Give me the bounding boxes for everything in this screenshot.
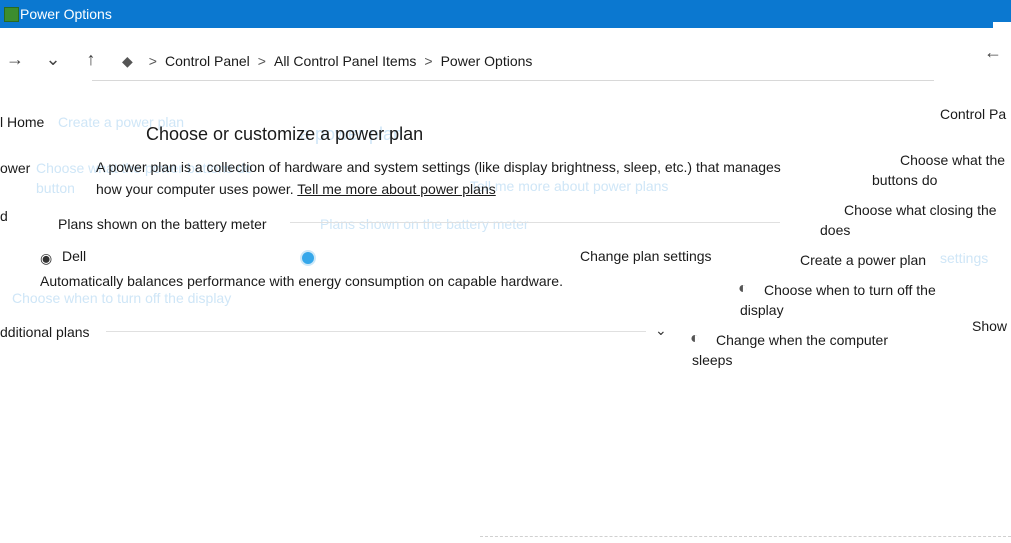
moon-icon: ◐ bbox=[690, 330, 700, 347]
back-button[interactable]: → bbox=[0, 46, 30, 72]
back-arrow-icon[interactable]: ← bbox=[981, 40, 1005, 64]
power-buttons-link-cont[interactable]: buttons do bbox=[872, 172, 937, 188]
plan-name[interactable]: Dell bbox=[62, 248, 86, 264]
ghost-text: settings bbox=[940, 250, 989, 266]
display-icon: ◐ bbox=[738, 280, 748, 297]
plan-radio-icon[interactable]: ◉ bbox=[40, 250, 58, 266]
section-divider bbox=[106, 331, 646, 332]
breadcrumb-control-panel[interactable]: Control Panel bbox=[165, 53, 250, 69]
breadcrumb-separator: > bbox=[148, 53, 157, 69]
sidebar-link-power[interactable]: ower bbox=[0, 160, 30, 176]
control-panel-label: Control Pa bbox=[940, 106, 1007, 122]
battery-meter-plans-heading: Plans shown on the battery meter bbox=[58, 216, 267, 232]
ghost-text: button bbox=[36, 180, 75, 196]
additional-plans-heading: dditional plans bbox=[0, 324, 90, 340]
ghost-text: Plans shown on the battery meter bbox=[320, 216, 529, 232]
show-label: Show bbox=[972, 318, 1008, 334]
window-title: Power Options bbox=[20, 6, 112, 22]
breadcrumb-all-items[interactable]: All Control Panel Items bbox=[274, 53, 416, 69]
control-panel-icon: ◆ bbox=[122, 52, 133, 69]
breadcrumb-separator: > bbox=[424, 53, 433, 69]
lid-close-link-cont[interactable]: does bbox=[820, 222, 850, 238]
selected-radio-icon bbox=[300, 250, 316, 266]
change-sleep-link-cont[interactable]: sleeps bbox=[692, 352, 732, 368]
control-panel-home-link[interactable]: l Home bbox=[0, 114, 44, 130]
ghost-text: Choose when to turn off the display bbox=[12, 290, 232, 306]
lid-close-link[interactable]: Choose what closing the bbox=[844, 202, 997, 218]
change-plan-settings-link[interactable]: Change plan settings bbox=[580, 248, 712, 264]
breadcrumb-separator: > bbox=[257, 53, 266, 69]
chevron-down-icon[interactable]: ⌄ bbox=[655, 322, 667, 339]
turn-off-display-link[interactable]: Choose when to turn off the bbox=[764, 282, 936, 298]
power-options-app-icon bbox=[4, 7, 19, 22]
change-sleep-link[interactable]: Change when the computer bbox=[716, 332, 888, 348]
breadcrumb-power-options[interactable]: Power Options bbox=[441, 53, 533, 69]
address-bar[interactable]: ◆ > Control Panel > All Control Panel It… bbox=[92, 42, 934, 81]
section-divider bbox=[290, 222, 780, 223]
navigation-bar: → ⌄ ↑ ◆ > Control Panel > All Control Pa… bbox=[0, 28, 1011, 90]
create-plan-link[interactable]: Create a power plan bbox=[800, 252, 926, 268]
learn-more-link[interactable]: Tell me more about power plans bbox=[297, 181, 495, 197]
turn-off-display-link-cont[interactable]: display bbox=[740, 302, 784, 318]
sidebar-link-cut[interactable]: d bbox=[0, 208, 8, 224]
bottom-border bbox=[480, 536, 1011, 540]
recent-locations-button[interactable]: ⌄ bbox=[38, 46, 68, 72]
page-description: A power plan is a collection of hardware… bbox=[96, 156, 796, 200]
page-title: Choose or customize a power plan bbox=[146, 124, 424, 144]
power-buttons-link[interactable]: Choose what the bbox=[900, 152, 1005, 168]
title-bar: Power Options bbox=[0, 0, 1011, 28]
plan-description: Automatically balances performance with … bbox=[40, 273, 563, 289]
